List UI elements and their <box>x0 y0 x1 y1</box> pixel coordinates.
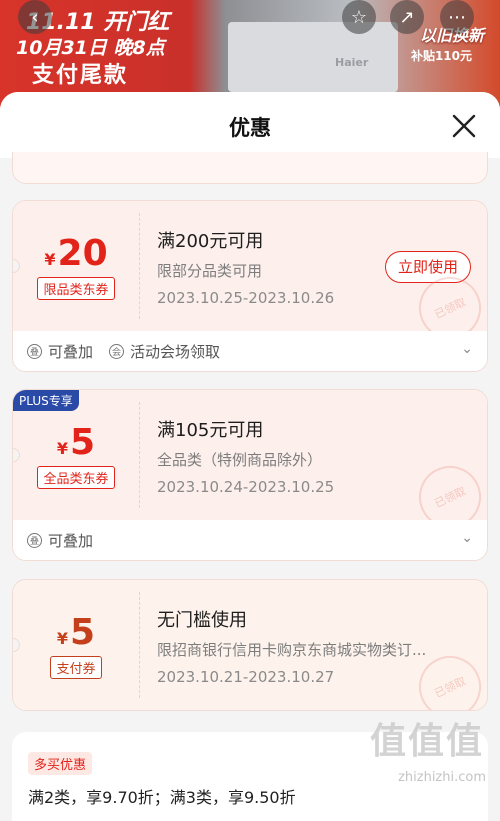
brand-logo: Haier <box>335 56 369 69</box>
coupon-footer[interactable]: 叠可叠加 会活动会场领取 ⌄ <box>13 331 487 371</box>
coupon-scope: 限招商银行信用卡购京东商城实物类订... <box>157 641 427 659</box>
promo-date: 10月31日 晚8点 <box>16 37 165 59</box>
coupon-amount: ¥20 <box>44 233 108 274</box>
product-image <box>228 22 398 92</box>
watermark-url: zhizhizhi.com <box>398 770 486 785</box>
coupon-card-partial <box>12 152 488 184</box>
coupon-condition: 满105元可用 <box>157 420 264 441</box>
sheet-header: 优惠 <box>0 92 500 158</box>
plus-badge: PLUS专享 <box>13 390 79 411</box>
close-icon[interactable] <box>450 112 478 140</box>
stackable-icon: 叠 <box>27 532 42 548</box>
coupon-condition: 无门槛使用 <box>157 610 247 631</box>
trade-in-subsidy: 补贴110元 <box>410 49 472 63</box>
coupon-card: ¥5 支付券 无门槛使用 限招商银行信用卡购京东商城实物类订... 2023.1… <box>12 579 488 711</box>
chevron-down-icon[interactable]: ⌄ <box>461 341 473 357</box>
coupon-type-tag: 全品类东券 <box>37 466 115 489</box>
coupon-footer[interactable]: 叠可叠加 ⌄ <box>13 520 487 560</box>
back-icon[interactable]: ‹ <box>18 0 52 34</box>
multi-buy-badge: 多买优惠 <box>28 752 93 775</box>
stackable-label: 可叠加 <box>48 342 94 361</box>
favorite-icon[interactable]: ☆ <box>342 0 376 34</box>
coupon-amount: ¥5 <box>56 612 96 653</box>
coupon-body: ¥5 支付券 无门槛使用 限招商银行信用卡购京东商城实物类订... 2023.1… <box>13 580 487 710</box>
coupon-scope: 全品类（特例商品除外） <box>157 451 323 469</box>
coupon-body: ¥5 全品类东券 满105元可用 全品类（特例商品除外） 2023.10.24-… <box>13 390 487 539</box>
coupon-condition: 满200元可用 <box>157 231 264 252</box>
watermark: 值值值 <box>369 721 484 762</box>
sheet-title: 优惠 <box>229 116 271 140</box>
share-icon[interactable]: ↗ <box>390 0 424 34</box>
multi-buy-text: 满2类，享9.70折；满3类，享9.50折 <box>28 788 296 807</box>
coupon-card: ¥20 限品类东券 满200元可用 限部分品类可用 2023.10.25-202… <box>12 200 488 372</box>
coupon-sheet: 优惠 ¥20 限品类东券 满200元可用 限部分品类可用 2023.10.25-… <box>0 92 500 821</box>
promo-subtitle: 支付尾款 <box>32 63 129 88</box>
coupon-type-tag: 限品类东券 <box>37 277 115 300</box>
stackable-icon: 叠 <box>27 343 42 359</box>
coupon-card: PLUS专享 ¥5 全品类东券 满105元可用 全品类（特例商品除外） 2023… <box>12 389 488 561</box>
more-icon[interactable]: ⋯ <box>440 0 474 34</box>
chevron-down-icon[interactable]: ⌄ <box>461 530 473 546</box>
stackable-label: 可叠加 <box>48 531 94 550</box>
coupon-type-tag: 支付券 <box>50 656 102 679</box>
coupon-amount: ¥5 <box>56 422 96 463</box>
venue-label: 活动会场领取 <box>130 342 221 361</box>
coupon-body: ¥20 限品类东券 满200元可用 限部分品类可用 2023.10.25-202… <box>13 201 487 350</box>
venue-icon: 会 <box>109 343 125 359</box>
